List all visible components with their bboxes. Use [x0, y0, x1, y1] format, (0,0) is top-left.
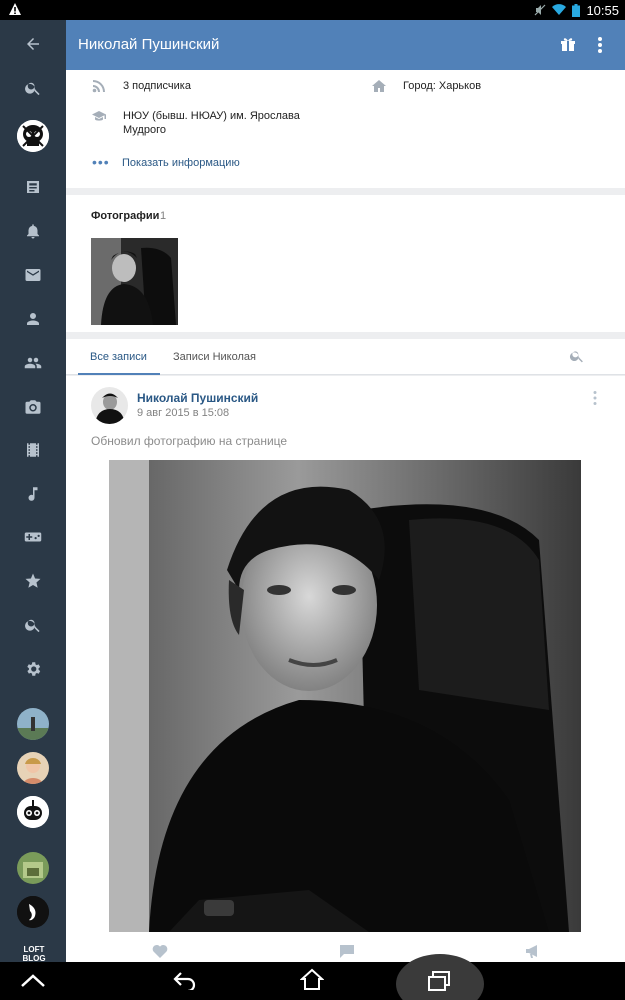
back-icon: [27, 38, 39, 50]
sidebar-item-messages[interactable]: [0, 255, 66, 295]
person-icon: [27, 313, 39, 325]
news-icon: [27, 181, 39, 193]
like-heart-icon[interactable]: [152, 944, 168, 958]
city-row: Город: Харьков: [372, 79, 602, 93]
followers-text: 3 подписчика: [123, 80, 191, 92]
camera-icon: [25, 400, 41, 414]
more-vert-icon[interactable]: [592, 390, 598, 406]
envelope-icon: [25, 269, 41, 281]
favorite-avatar-3[interactable]: [17, 796, 49, 828]
sidebar-item-games[interactable]: [0, 517, 66, 557]
profile-info-card: 3 подписчика Город: Харьков НЮУ (бывш. Н…: [66, 70, 625, 188]
favorite-avatar-4-image: [17, 852, 49, 884]
search-icon: [25, 82, 40, 96]
favorite-avatar-1[interactable]: [17, 708, 49, 740]
gamepad-icon: [24, 532, 42, 542]
mute-icon: [535, 4, 546, 16]
gift-icon[interactable]: [560, 36, 576, 52]
post-author-avatar-image: [91, 387, 128, 424]
battery-icon: [572, 3, 581, 17]
more-horiz-icon: •••: [92, 154, 110, 170]
page-title: Николай Пушинский: [78, 36, 220, 53]
post-photo[interactable]: [109, 460, 581, 932]
show-info-link[interactable]: ••• Показать информацию: [92, 154, 262, 171]
favorite-avatar-4[interactable]: [17, 852, 49, 884]
sidebar-item-search[interactable]: [0, 605, 66, 645]
photos-title[interactable]: Фотографии: [91, 210, 159, 222]
star-icon: [25, 573, 41, 588]
post-text: Обновил фотографию на странице: [91, 434, 288, 448]
sidebar: LOFT BLOG: [0, 20, 66, 963]
graduation-cap-icon: [92, 111, 106, 121]
bell-icon: [27, 224, 39, 239]
post-author-name[interactable]: Николай Пушинский: [137, 391, 258, 405]
photos-card: Фотографии 1: [66, 195, 625, 332]
show-info-label: Показать информацию: [122, 157, 240, 169]
sidebar-item-friends[interactable]: [0, 299, 66, 339]
university-row[interactable]: НЮУ (бывш. НЮАУ) им. Ярослава Мудрого: [92, 109, 342, 139]
app-screen: 10:55 LOFT BLOG Николай Пушинский 3 подп…: [0, 0, 625, 1000]
photo-thumbnail[interactable]: [91, 238, 178, 325]
search-icon: [25, 619, 40, 633]
sidebar-item-favorites[interactable]: [0, 561, 66, 601]
chevron-up-icon[interactable]: [20, 972, 46, 988]
gear-icon: [27, 662, 41, 676]
followers-row[interactable]: 3 подписчика: [92, 79, 342, 93]
comment-icon[interactable]: [339, 944, 355, 958]
back-nav-icon[interactable]: [173, 970, 197, 990]
sidebar-item-photos[interactable]: [0, 387, 66, 427]
home-nav-icon[interactable]: [300, 968, 324, 992]
home-icon: [372, 80, 386, 92]
rss-icon: [92, 80, 105, 93]
clock: 10:55: [586, 2, 619, 18]
back-button[interactable]: [0, 24, 66, 64]
city-text: Город: Харьков: [403, 80, 482, 92]
favorite-avatar-2-image: [17, 752, 49, 784]
sidebar-item-video[interactable]: [0, 430, 66, 470]
warning-icon: [9, 3, 21, 15]
music-note-icon: [28, 487, 38, 501]
app-header: Николай Пушинский: [66, 20, 625, 70]
recent-apps-icon[interactable]: [428, 971, 450, 991]
active-tab-indicator: [78, 373, 160, 375]
favorite-avatar-5[interactable]: [17, 896, 49, 928]
sidebar-item-settings[interactable]: [0, 649, 66, 689]
share-megaphone-icon[interactable]: [525, 944, 541, 958]
film-icon: [27, 443, 39, 457]
university-line-2: Мудрого: [123, 124, 166, 136]
favorite-avatar-5-image: [17, 896, 49, 928]
sidebar-item-notifications[interactable]: [0, 211, 66, 251]
group-icon: [24, 357, 42, 369]
sidebar-item-news[interactable]: [0, 167, 66, 207]
post-photo-image: [109, 460, 581, 932]
sidebar-search[interactable]: [0, 68, 66, 108]
university-line-1: НЮУ (бывш. НЮАУ) им. Ярослава: [123, 110, 300, 122]
status-bar: 10:55: [0, 0, 625, 20]
tab-all-posts[interactable]: Все записи: [90, 351, 147, 363]
skull-avatar-image: [17, 120, 49, 152]
system-nav-bar: [0, 954, 625, 1000]
profile-avatar[interactable]: [17, 120, 49, 152]
sidebar-item-music[interactable]: [0, 474, 66, 514]
search-icon[interactable]: [569, 348, 585, 364]
wifi-icon: [552, 4, 567, 16]
more-vert-icon[interactable]: [596, 35, 604, 55]
tab-user-posts[interactable]: Записи Николая: [173, 351, 256, 363]
post-date[interactable]: 9 авг 2015 в 15:08: [137, 407, 229, 419]
favorite-avatar-1-image: [17, 708, 49, 740]
post-author-avatar[interactable]: [91, 387, 128, 424]
profile-photo-thumbnail-image: [91, 238, 178, 325]
wall-tabs: Все записи Записи Николая: [66, 339, 625, 375]
favorite-avatar-2[interactable]: [17, 752, 49, 784]
wall-post: Николай Пушинский 9 авг 2015 в 15:08 Обн…: [66, 376, 625, 962]
sidebar-item-groups[interactable]: [0, 343, 66, 383]
photos-count: 1: [160, 210, 167, 222]
favorite-avatar-3-image: [17, 796, 49, 828]
